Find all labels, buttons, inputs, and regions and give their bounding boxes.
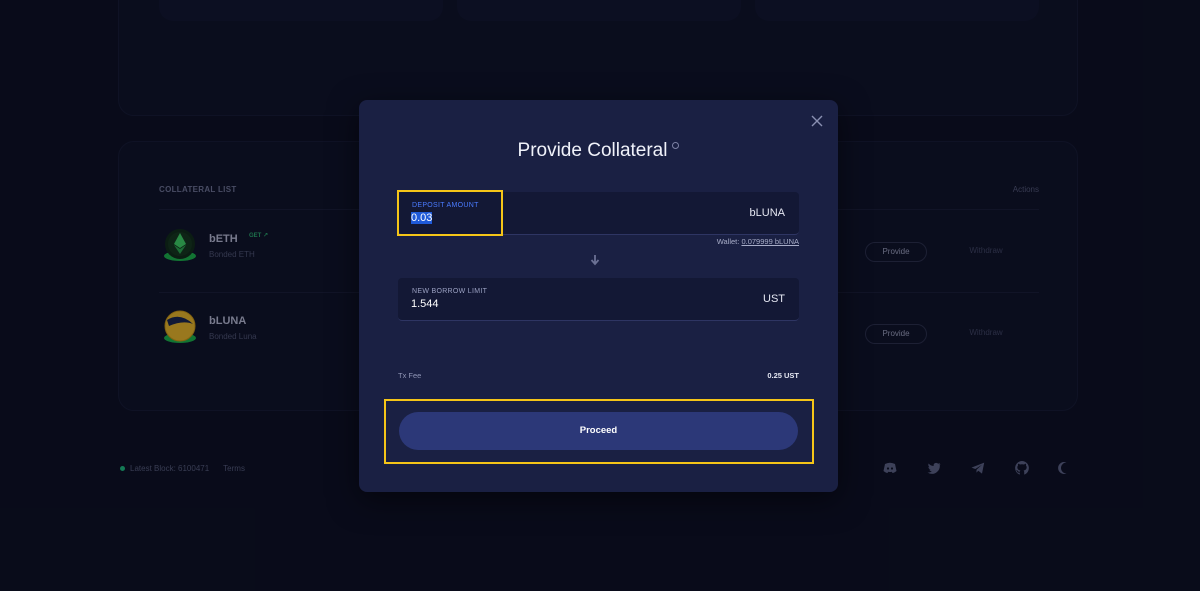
borrow-limit-unit: UST xyxy=(763,293,785,305)
borrow-limit-label: NEW BORROW LIMIT xyxy=(412,288,488,295)
highlight-box xyxy=(384,399,814,464)
deposit-unit: bLUNA xyxy=(749,207,785,219)
wallet-max-link[interactable]: 0.079999 bLUNA xyxy=(741,237,799,246)
tx-fee-label: Tx Fee xyxy=(398,371,422,380)
tx-fee-value: 0.25 UST xyxy=(767,371,799,380)
highlight-box xyxy=(397,190,503,236)
info-icon[interactable] xyxy=(672,142,680,149)
modal-title-text: Provide Collateral xyxy=(517,140,668,161)
borrow-limit-value: 1.544 xyxy=(411,298,439,310)
modal-title: Provide Collateral xyxy=(359,140,838,162)
borrow-limit-field: NEW BORROW LIMIT 1.544 UST xyxy=(398,278,799,321)
close-icon[interactable] xyxy=(810,114,824,128)
arrow-down-icon xyxy=(590,255,600,266)
wallet-balance: Wallet: 0.079999 bLUNA xyxy=(717,237,799,246)
wallet-label: Wallet: xyxy=(716,237,740,246)
